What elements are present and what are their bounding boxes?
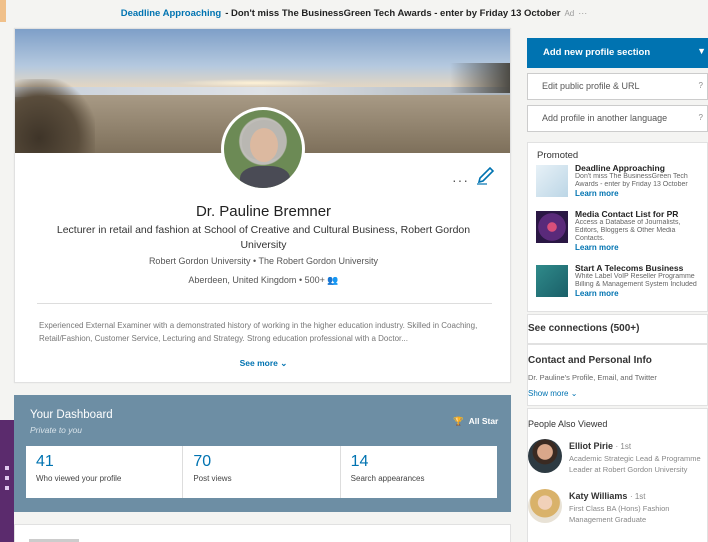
promo-title: Start A Telecoms Business <box>575 263 684 273</box>
learn-more-link[interactable]: Learn more <box>575 289 708 298</box>
dashboard-title: Your Dashboard <box>30 409 113 421</box>
decoration-dot <box>5 466 9 470</box>
promo-logo <box>536 265 568 297</box>
banner-rocks <box>15 79 95 153</box>
location-line: Aberdeen, United Kingdom • 500+ 👥 <box>15 275 512 286</box>
ad-banner[interactable]: Deadline Approaching - Don't miss The Bu… <box>0 0 708 26</box>
decoration-dot <box>5 486 9 490</box>
promo-desc: Billing & Management System Included <box>575 281 697 288</box>
stat-number: 41 <box>36 453 54 470</box>
avatar-face <box>250 128 278 162</box>
decoration-dot <box>5 476 9 480</box>
learn-more-link[interactable]: Learn more <box>575 189 708 198</box>
promo-logo <box>536 165 568 197</box>
connection-degree: · 1st <box>615 442 632 451</box>
add-profile-section-button[interactable]: Add new profile section ▼ <box>527 38 708 68</box>
avatar <box>528 439 562 473</box>
avatar <box>528 489 562 523</box>
stat-number: 14 <box>350 453 369 470</box>
dashboard-card: Your Dashboard Private to you 🏆 All Star… <box>14 395 511 512</box>
help-icon[interactable]: ? <box>699 81 703 90</box>
all-star-label: All Star <box>468 416 499 426</box>
add-section-label: Add new profile section <box>543 47 651 58</box>
promo-title: Media Contact List for PR <box>575 209 679 219</box>
activity-card <box>14 524 511 542</box>
education-company-line: Robert Gordon University • The Robert Go… <box>15 256 512 266</box>
stat-search-appearances[interactable]: 14 Search appearances <box>341 446 497 498</box>
profile-headline: Lecturer in retail and fashion at School… <box>56 224 471 251</box>
stat-label: Who viewed your profile <box>36 474 122 483</box>
promo-desc: Awards - enter by Friday 13 October <box>575 181 688 188</box>
learn-more-link[interactable]: Learn more <box>575 243 708 252</box>
trophy-icon: 🏆 <box>453 416 464 426</box>
person-name: Elliot Pirie <box>569 441 614 451</box>
see-connections-link[interactable]: See connections (500+) <box>527 314 708 344</box>
contact-info-section: Contact and Personal Info Dr. Pauline's … <box>527 344 708 406</box>
profile-summary: Experienced External Examiner with a dem… <box>39 321 478 343</box>
all-star-badge[interactable]: 🏆 All Star <box>453 416 498 427</box>
chevron-down-icon: ⌄ <box>568 389 578 398</box>
avatar-body <box>240 166 290 188</box>
person-name: Katy Williams <box>569 491 628 501</box>
person-description: First Class BA (Hons) Fashion Management… <box>569 504 670 524</box>
person-description: Academic Strategic Lead & Programme Lead… <box>569 454 701 474</box>
promo-logo <box>536 211 568 243</box>
see-more-label: See more <box>239 358 278 368</box>
show-more-label: Show more <box>528 389 569 398</box>
stat-profile-views[interactable]: 41 Who viewed your profile <box>26 446 184 498</box>
stat-label: Post views <box>193 474 232 483</box>
profile-name: Dr. Pauline Bremner <box>195 203 332 220</box>
left-edge-decoration-purple <box>0 420 14 542</box>
school-link[interactable]: Robert Gordon University <box>149 256 251 266</box>
promoted-card: Promoted Deadline Approaching Don't miss… <box>527 142 708 312</box>
more-options-icon[interactable]: ··· <box>452 172 469 188</box>
edit-pencil-icon[interactable] <box>475 164 497 186</box>
dashboard-stats: 41 Who viewed your profile 70 Post views… <box>26 446 497 498</box>
contact-subtitle: Dr. Pauline's Profile, Email, and Twitte… <box>528 373 657 382</box>
see-more-link[interactable]: See more ⌄ <box>15 358 512 369</box>
edit-public-profile-button[interactable]: Edit public profile & URL ? <box>527 73 708 100</box>
stat-post-views[interactable]: 70 Post views <box>183 446 341 498</box>
people-icon: 👥 <box>327 275 339 285</box>
promo-desc: White Label VoIP Reseller Programme <box>575 273 695 280</box>
connections-label: See connections (500+) <box>528 323 640 334</box>
promo-desc: Contacts. <box>575 235 605 242</box>
pencil-icon <box>477 166 495 185</box>
profile-card: ··· Dr. Pauline Bremner Lecturer in reta… <box>14 28 511 383</box>
ad-options-icon[interactable]: ··· <box>578 8 587 18</box>
person-name-line: Katy Williams · 1st <box>569 491 646 501</box>
dashboard-subtitle: Private to you <box>30 425 82 435</box>
location-text: Aberdeen, United Kingdom <box>188 275 297 285</box>
stat-label: Search appearances <box>350 474 425 483</box>
company-link[interactable]: The Robert Gordon University <box>259 256 379 266</box>
promo-desc: Don't miss The BusinessGreen Tech <box>575 173 688 180</box>
people-also-viewed-title: People Also Viewed <box>528 419 608 429</box>
banner-trees <box>450 63 510 93</box>
show-more-link[interactable]: Show more ⌄ <box>528 389 577 398</box>
promo-title: Deadline Approaching <box>575 163 665 173</box>
caret-down-icon: ▼ <box>697 46 706 56</box>
connections-count[interactable]: 500+ <box>305 275 325 285</box>
ad-link[interactable]: Deadline Approaching <box>121 8 221 19</box>
ad-tag: Ad <box>564 8 575 18</box>
promo-desc: Editors, Bloggers & Other Media <box>575 227 676 234</box>
people-also-viewed-section: People Also Viewed Elliot Pirie · 1st Ac… <box>527 408 708 542</box>
stat-number: 70 <box>193 453 212 470</box>
promoted-label: Promoted <box>537 150 579 161</box>
promo-desc: Access a Database of Journalists, <box>575 219 681 226</box>
edit-url-label: Edit public profile & URL <box>542 81 640 91</box>
chevron-down-icon: ⌄ <box>277 358 288 368</box>
person-name-line: Elliot Pirie · 1st <box>569 441 631 451</box>
profile-photo[interactable] <box>221 107 305 191</box>
contact-title: Contact and Personal Info <box>528 355 652 366</box>
divider <box>37 303 492 304</box>
help-icon[interactable]: ? <box>699 113 703 122</box>
ad-text: - Don't miss The BusinessGreen Tech Awar… <box>225 7 561 19</box>
banner-sun-glow <box>175 79 335 87</box>
add-language-profile-button[interactable]: Add profile in another language ? <box>527 105 708 132</box>
connection-degree: · 1st <box>629 492 646 501</box>
add-language-label: Add profile in another language <box>542 113 668 123</box>
